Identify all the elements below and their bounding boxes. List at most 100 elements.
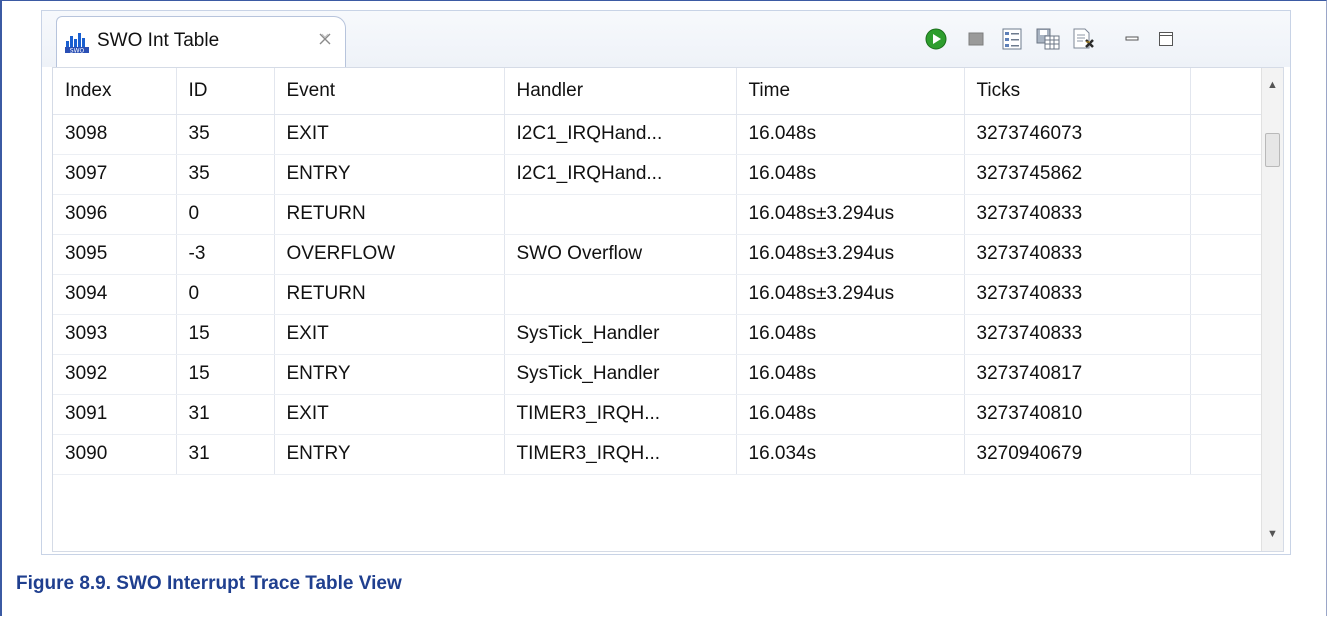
column-header-ticks[interactable]: Ticks [964, 68, 1191, 115]
index-cell: 3091 [53, 394, 177, 435]
minimize-icon[interactable] [1120, 27, 1144, 51]
handler-cell: SysTick_Handler [504, 354, 737, 395]
id-cell: 15 [176, 314, 275, 355]
scroll-down-icon[interactable]: ▼ [1262, 523, 1283, 545]
handler-cell: TIMER3_IRQH... [504, 434, 737, 475]
table-row[interactable]: 3097 35 ENTRY I2C1_IRQHand... 16.048s 3273745… [53, 154, 1262, 195]
filler-cell [1190, 194, 1262, 235]
event-cell: ENTRY [274, 354, 505, 395]
close-icon[interactable] [317, 32, 333, 48]
column-header-time[interactable]: Time [736, 68, 965, 115]
scroll-up-icon[interactable]: ▲ [1262, 74, 1283, 96]
table-header-row: Index ID Event Handler Time Ticks [53, 68, 1262, 115]
index-cell: 3090 [53, 434, 177, 475]
ticks-cell: 3273745862 [964, 154, 1191, 195]
table-row[interactable]: 3092 15 ENTRY SysTick_Handler 16.048s 3273740… [53, 354, 1262, 395]
svg-text:SWO: SWO [70, 48, 85, 54]
event-cell: OVERFLOW [274, 234, 505, 275]
ticks-cell: 3273740833 [964, 234, 1191, 275]
table-row[interactable]: 3090 31 ENTRY TIMER3_IRQH... 16.034s 32709406… [53, 434, 1262, 475]
filler-cell [1190, 114, 1262, 155]
columns-icon[interactable] [1000, 27, 1024, 51]
filler-cell [1190, 234, 1262, 275]
table-body: 3098 35 EXIT I2C1_IRQHand... 16.048s 32737460… [53, 114, 1262, 475]
clear-icon[interactable] [1072, 27, 1096, 51]
maximize-icon[interactable] [1154, 27, 1178, 51]
index-cell: 3098 [53, 114, 177, 155]
handler-cell: SWO Overflow [504, 234, 737, 275]
event-cell: ENTRY [274, 154, 505, 195]
time-cell: 16.048s [736, 314, 965, 355]
ticks-cell: 3273740833 [964, 194, 1191, 235]
id-cell: 15 [176, 354, 275, 395]
handler-cell: I2C1_IRQHand... [504, 114, 737, 155]
filler-cell [1190, 154, 1262, 195]
index-cell: 3096 [53, 194, 177, 235]
ticks-cell: 3273740817 [964, 354, 1191, 395]
event-cell: RETURN [274, 274, 505, 315]
filler-cell [1190, 274, 1262, 315]
table-row[interactable]: 3095 -3 OVERFLOW SWO Overflow 16.048s±3.294u… [53, 234, 1262, 275]
time-cell: 16.048s [736, 114, 965, 155]
save-table-icon[interactable] [1036, 27, 1060, 51]
table-row[interactable]: 3093 15 EXIT SysTick_Handler 16.048s 32737408… [53, 314, 1262, 355]
figure-caption: Figure 8.9. SWO Interrupt Trace Table Vi… [16, 573, 402, 594]
ticks-cell: 3273740810 [964, 394, 1191, 435]
time-cell: 16.048s±3.294us [736, 194, 965, 235]
event-cell: EXIT [274, 314, 505, 355]
index-cell: 3094 [53, 274, 177, 315]
id-cell: 35 [176, 154, 275, 195]
swo-trace-table: Index ID Event Handler Time Ticks 3098 35… [53, 68, 1262, 475]
index-cell: 3097 [53, 154, 177, 195]
handler-cell [504, 194, 737, 235]
view-header: SWO SWO Int Table [42, 11, 1290, 67]
id-cell: 0 [176, 274, 275, 315]
vertical-scrollbar[interactable]: ▲ ▼ [1261, 68, 1283, 551]
ticks-cell: 3273746073 [964, 114, 1191, 155]
table-row[interactable]: 3098 35 EXIT I2C1_IRQHand... 16.048s 32737460… [53, 114, 1262, 155]
event-cell: ENTRY [274, 434, 505, 475]
tab-swo-int-table[interactable]: SWO SWO Int Table [56, 16, 346, 67]
scrollbar-thumb[interactable] [1265, 133, 1280, 167]
event-cell: EXIT [274, 394, 505, 435]
ticks-cell: 3270940679 [964, 434, 1191, 475]
filler-cell [1190, 354, 1262, 395]
id-cell: 0 [176, 194, 275, 235]
time-cell: 16.048s±3.294us [736, 234, 965, 275]
column-header-index[interactable]: Index [53, 68, 177, 115]
event-cell: RETURN [274, 194, 505, 235]
ticks-cell: 3273740833 [964, 274, 1191, 315]
filler-cell [1190, 394, 1262, 435]
trace-table-container: Index ID Event Handler Time Ticks 3098 35… [52, 67, 1284, 552]
handler-cell: TIMER3_IRQH... [504, 394, 737, 435]
column-header-filler [1190, 68, 1262, 115]
column-header-handler[interactable]: Handler [504, 68, 737, 115]
time-cell: 16.048s [736, 354, 965, 395]
event-cell: EXIT [274, 114, 505, 155]
index-cell: 3093 [53, 314, 177, 355]
swo-int-table-view: SWO SWO Int Table Index ID Event Handler… [41, 10, 1291, 555]
handler-cell: SysTick_Handler [504, 314, 737, 355]
filler-cell [1190, 434, 1262, 475]
id-cell: -3 [176, 234, 275, 275]
swo-chart-icon: SWO [65, 29, 89, 55]
handler-cell [504, 274, 737, 315]
table-row[interactable]: 3094 0 RETURN 16.048s±3.294us 3273740833 [53, 274, 1262, 315]
tab-title: SWO Int Table [97, 30, 220, 51]
column-header-id[interactable]: ID [176, 68, 275, 115]
id-cell: 35 [176, 114, 275, 155]
id-cell: 31 [176, 394, 275, 435]
table-row[interactable]: 3096 0 RETURN 16.048s±3.294us 3273740833 [53, 194, 1262, 235]
handler-cell: I2C1_IRQHand... [504, 154, 737, 195]
play-icon[interactable] [924, 27, 948, 51]
ticks-cell: 3273740833 [964, 314, 1191, 355]
time-cell: 16.048s±3.294us [736, 274, 965, 315]
filler-cell [1190, 314, 1262, 355]
id-cell: 31 [176, 434, 275, 475]
stop-icon[interactable] [964, 27, 988, 51]
index-cell: 3092 [53, 354, 177, 395]
index-cell: 3095 [53, 234, 177, 275]
time-cell: 16.034s [736, 434, 965, 475]
table-row[interactable]: 3091 31 EXIT TIMER3_IRQH... 16.048s 327374081… [53, 394, 1262, 435]
column-header-event[interactable]: Event [274, 68, 505, 115]
